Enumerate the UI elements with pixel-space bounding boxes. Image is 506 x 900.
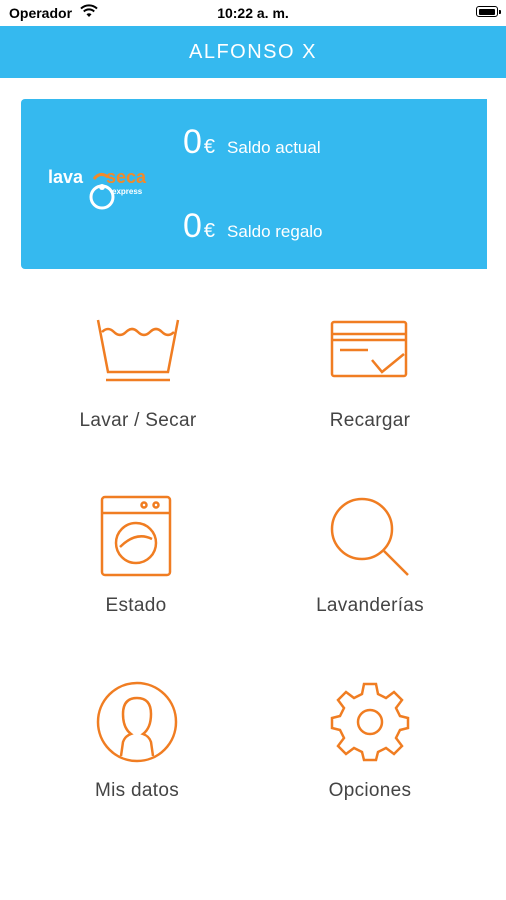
current-balance-label: Saldo actual — [227, 138, 321, 157]
battery-level — [478, 8, 495, 15]
status-time: 10:22 a. m. — [217, 5, 289, 21]
menu-label: Lavar / Secar — [79, 410, 197, 431]
search-icon — [328, 495, 412, 584]
user-profile-icon — [95, 680, 179, 769]
logo-seca-text: seca — [106, 167, 147, 187]
washing-machine-icon — [100, 495, 172, 582]
header-bar: ALFONSO X — [0, 26, 506, 78]
menu-label: Mis datos — [94, 780, 179, 801]
logo-express-text: express — [112, 187, 143, 196]
menu-options[interactable]: Opciones — [270, 680, 470, 820]
menu-recharge[interactable]: Recargar — [270, 318, 470, 458]
menu-label: Recargar — [329, 410, 411, 431]
menu-laundries[interactable]: Lavanderías — [270, 495, 470, 635]
menu-my-data[interactable]: Mis datos — [37, 680, 237, 820]
menu-label: Lavanderías — [316, 595, 424, 616]
credit-card-icon — [328, 318, 412, 389]
gift-balance-currency: € — [203, 220, 216, 242]
wash-basin-icon — [96, 318, 180, 389]
battery-icon — [476, 6, 501, 17]
current-balance: 0 € Saldo actual — [183, 123, 321, 163]
page-title: ALFONSO X — [189, 41, 317, 63]
lavaseca-logo: lava seca express — [48, 155, 158, 215]
gift-balance: 0 € Saldo regalo — [183, 207, 323, 247]
gear-icon — [328, 680, 412, 769]
menu-label: Estado — [105, 595, 167, 616]
status-bar: Operador 10:22 a. m. — [0, 0, 506, 26]
current-balance-currency: € — [203, 136, 216, 158]
gift-balance-label: Saldo regalo — [227, 222, 323, 241]
current-balance-amount: 0 — [183, 123, 202, 161]
menu-label: Opciones — [328, 780, 412, 801]
logo-lava-text: lava — [48, 167, 84, 187]
balance-card: lava seca express 0 € Saldo actual 0 € S… — [21, 99, 487, 269]
menu-wash-dry[interactable]: Lavar / Secar — [38, 318, 238, 458]
gift-balance-amount: 0 — [183, 207, 202, 245]
menu-status[interactable]: Estado — [36, 495, 236, 635]
